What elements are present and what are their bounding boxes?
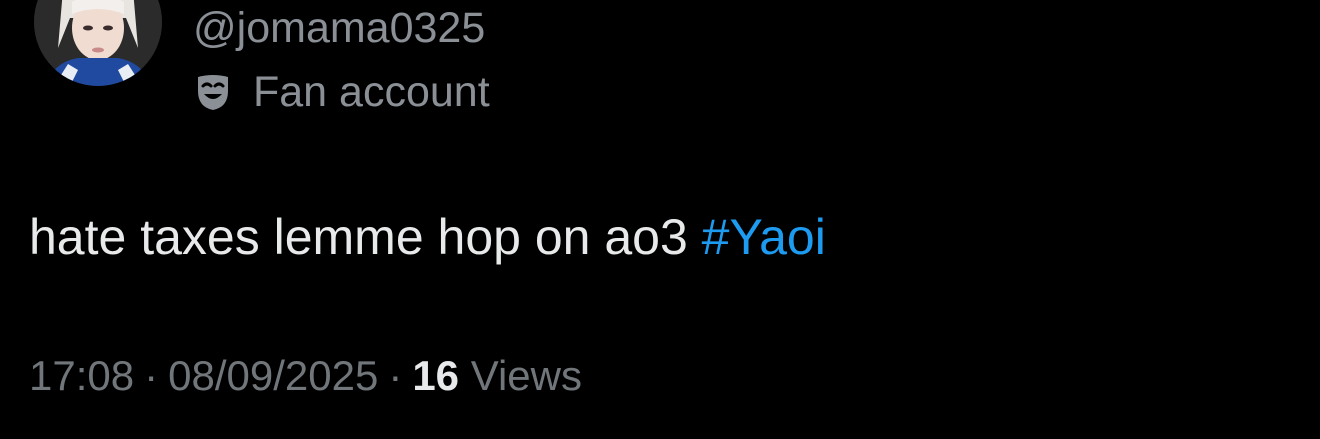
tweet-text: hate taxes lemme hop on ao3 (29, 209, 688, 265)
meta-separator: · (144, 352, 159, 399)
account-label: Fan account (193, 66, 490, 118)
account-label-text: Fan account (253, 67, 490, 116)
hashtag-link[interactable]: #Yaoi (702, 209, 826, 265)
tweet-date[interactable]: 08/09/2025 (168, 352, 378, 399)
tweet-metadata: 17:08 · 08/09/2025 · 16 Views (29, 350, 582, 402)
views-label: Views (470, 352, 582, 399)
tweet-body: hate taxes lemme hop on ao3 #Yaoi (29, 207, 826, 267)
avatar[interactable] (34, 0, 162, 86)
user-handle[interactable]: @jomama0325 (193, 2, 485, 54)
views-count[interactable]: 16 (412, 352, 459, 399)
theater-mask-icon (193, 72, 233, 112)
meta-separator: · (388, 352, 403, 399)
tweet-time[interactable]: 17:08 (29, 352, 134, 399)
